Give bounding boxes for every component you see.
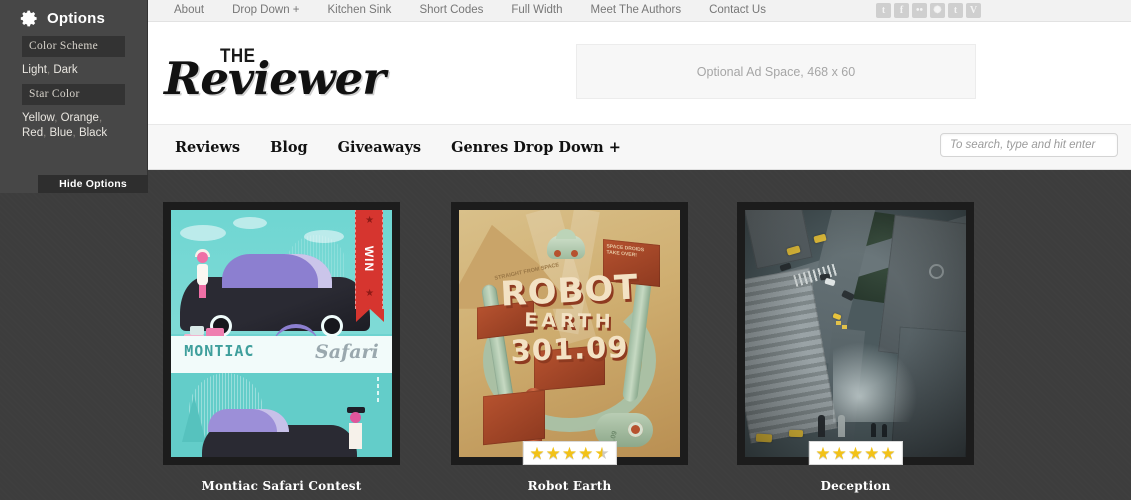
ad-space-placeholder: Optional Ad Space, 468 x 60 (576, 44, 976, 99)
topnav-item-contact-us[interactable]: Contact Us (695, 0, 780, 21)
win-ribbon-text: WIN (362, 246, 376, 272)
facebook-icon[interactable]: f (894, 3, 909, 18)
card-title[interactable]: Robot Earth (451, 479, 688, 493)
win-ribbon-badge: ★ WIN ★ (355, 210, 383, 309)
star-icon-filled: ★ (578, 445, 593, 462)
review-card[interactable]: SPACE DROIDS TAKE OVER! 301.09 STRAIGHT … (451, 202, 688, 493)
option-color-scheme-dark[interactable]: Dark (53, 64, 77, 76)
head-shape (350, 412, 361, 423)
star-icon-filled: ★ (562, 445, 577, 462)
search-input[interactable] (940, 133, 1118, 157)
suit-shape (349, 423, 362, 449)
topnav-item-about[interactable]: About (160, 0, 218, 21)
poster-line-robot: ROBOT (459, 268, 680, 314)
option-star-color-blue[interactable]: Blue (50, 127, 73, 139)
option-group-label-color-scheme: Color Scheme (22, 36, 125, 57)
topnav-item-drop-down[interactable]: Drop Down + (218, 0, 313, 21)
option-group-label-star-color: Star Color (22, 84, 125, 105)
logo-name-text: Reviewer (164, 52, 385, 105)
man-figure-illustration (347, 406, 365, 452)
ribbon-star-icon: ★ (365, 215, 374, 226)
flickr-icon[interactable]: •• (912, 3, 927, 18)
tumblr-icon[interactable]: t (948, 3, 963, 18)
poster-word-safari: Safari (290, 341, 378, 363)
main-navigation: Reviews Blog Giveaways Genres Drop Down … (148, 139, 636, 156)
poster-deception (745, 210, 966, 457)
poster-montiac-safari: MONTIAC Safari ★ WIN ★ (171, 210, 392, 457)
star-icon-filled: ★ (832, 445, 847, 462)
page-root: Options Color Scheme Light, Dark Star Co… (0, 0, 1131, 500)
options-panel: Options Color Scheme Light, Dark Star Co… (0, 0, 148, 193)
mainnav-item-genres[interactable]: Genres Drop Down + (436, 139, 636, 156)
star-icon-filled: ★ (848, 445, 863, 462)
tree-illustration (182, 396, 206, 442)
option-color-scheme-light[interactable]: Light (22, 64, 47, 76)
mainnav-item-reviews[interactable]: Reviews (160, 139, 255, 156)
site-container: About Drop Down + Kitchen Sink Short Cod… (148, 0, 1131, 500)
poster-line-date: 301.09 (459, 331, 680, 368)
poster-robot-earth: SPACE DROIDS TAKE OVER! 301.09 STRAIGHT … (459, 210, 680, 457)
card-thumbnail-frame[interactable]: MONTIAC Safari ★ WIN ★ (163, 202, 400, 465)
vignette-overlay (745, 210, 966, 457)
card-thumbnail-frame[interactable]: ★ ★ ★ ★ ★ (737, 202, 974, 465)
star-icon-filled: ★ (864, 445, 879, 462)
option-values-color-scheme: Light, Dark (22, 63, 125, 78)
ribbon-star-icon: ★ (365, 288, 374, 299)
twitter-icon[interactable]: t (876, 3, 891, 18)
topnav-item-kitchen-sink[interactable]: Kitchen Sink (314, 0, 406, 21)
options-panel-title: Options (47, 10, 105, 27)
car-wheel (321, 315, 343, 337)
option-star-color-orange[interactable]: Orange (61, 112, 99, 124)
dress-shape (197, 264, 208, 286)
mainnav-item-blog[interactable]: Blog (255, 139, 323, 156)
poster-line-earth: EARTH (459, 310, 680, 333)
branding-band: THE Reviewer Optional Ad Space, 468 x 60 (148, 22, 1131, 125)
card-title[interactable]: Deception (737, 479, 974, 493)
card-thumbnail-frame[interactable]: SPACE DROIDS TAKE OVER! 301.09 STRAIGHT … (451, 202, 688, 465)
options-header: Options (0, 0, 147, 30)
topnav-item-full-width[interactable]: Full Width (497, 0, 576, 21)
gear-icon[interactable] (20, 9, 39, 28)
star-icon-filled: ★ (815, 445, 830, 462)
hide-options-button[interactable]: Hide Options (38, 175, 148, 193)
dribbble-icon[interactable]: ✺ (930, 3, 945, 18)
social-links: t f •• ✺ t V (876, 3, 981, 18)
top-navigation: About Drop Down + Kitchen Sink Short Cod… (148, 0, 780, 21)
legs-shape (199, 285, 206, 298)
top-utility-bar: About Drop Down + Kitchen Sink Short Cod… (148, 0, 1131, 22)
mainnav-item-giveaways[interactable]: Giveaways (323, 139, 436, 156)
star-rating[interactable]: ★ ★ ★ ★ ★ (808, 441, 902, 465)
site-logo[interactable]: THE Reviewer (164, 44, 384, 106)
card-title[interactable]: Montiac Safari Contest (163, 479, 400, 493)
topnav-item-meet-the-authors[interactable]: Meet The Authors (577, 0, 696, 21)
star-icon-filled: ★ (529, 445, 544, 462)
poster-title-group: ROBOT EARTH 301.09 (459, 274, 680, 364)
star-icon-filled: ★ (546, 445, 561, 462)
vimeo-icon[interactable]: V (966, 3, 981, 18)
robot-eye (571, 250, 578, 257)
review-card[interactable]: MONTIAC Safari ★ WIN ★ (163, 202, 400, 493)
robot-block (483, 390, 545, 446)
main-navigation-bar: Reviews Blog Giveaways Genres Drop Down … (148, 125, 1131, 170)
robot-eye (554, 250, 561, 257)
review-card[interactable]: ★ ★ ★ ★ ★ Deception (737, 202, 974, 493)
option-star-color-red[interactable]: Red (22, 127, 43, 139)
review-card-grid: MONTIAC Safari ★ WIN ★ (148, 170, 1131, 500)
vintage-car-illustration (202, 425, 357, 457)
option-values-star-color: Yellow, Orange, Red, Blue, Black (22, 111, 125, 141)
star-icon-filled: ★ (880, 445, 895, 462)
option-star-color-black[interactable]: Black (79, 127, 107, 139)
block-text: SPACE DROIDS TAKE OVER! (606, 244, 657, 261)
head-shape (197, 252, 208, 263)
option-star-color-yellow[interactable]: Yellow (22, 112, 54, 124)
cigarette-smoke (377, 377, 379, 403)
star-icon-half: ★ (594, 445, 609, 462)
topnav-item-short-codes[interactable]: Short Codes (405, 0, 497, 21)
cloud-shape (180, 225, 226, 241)
poster-word-montiac: MONTIAC (184, 342, 286, 360)
robot-head (547, 235, 585, 259)
woman-figure-illustration (195, 252, 211, 298)
star-rating[interactable]: ★ ★ ★ ★ ★ (522, 441, 616, 465)
robot-bolt (628, 422, 643, 437)
